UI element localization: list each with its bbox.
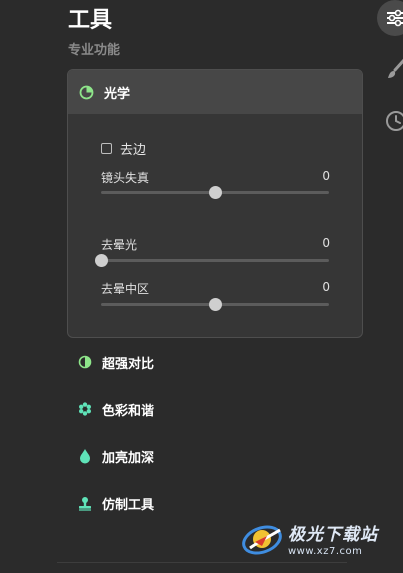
clock-icon [386,111,403,131]
tool-item-color-harmony[interactable]: 色彩和谐 [78,399,154,419]
defringe-checkbox-row[interactable]: 去边 [101,139,146,158]
defringe-checkbox[interactable] [101,143,112,154]
divider [57,562,347,563]
tool-label-dodge-burn: 加亮加深 [102,450,155,466]
sliders-button[interactable] [377,0,403,36]
lens-distortion-label: 镜头失真 [101,171,150,185]
watermark: 极光下载站 www.xz7.com [240,518,378,558]
optics-panel-title: 光学 [104,86,131,102]
drop-icon [80,449,90,464]
contrast-icon [78,355,92,369]
watermark-url: www.xz7.com [288,545,363,557]
optics-panel-header[interactable]: 光学 [68,70,362,114]
watermark-logo-icon [242,525,282,555]
brush-icon [388,58,403,78]
lens-distortion-value: 0 [322,169,330,183]
sliders-icon [387,9,403,27]
stamp-icon [79,496,91,511]
devignette-center-thumb[interactable] [209,298,222,311]
history-button[interactable] [381,106,403,136]
devignette-thumb[interactable] [95,254,108,267]
lens-icon [79,85,94,99]
devignette-center-label: 去晕中区 [101,282,150,296]
devignette-center-value: 0 [322,280,330,294]
flower-icon [79,402,91,416]
tool-label-color-harmony: 色彩和谐 [102,403,155,419]
section-subtitle: 专业功能 [68,43,121,58]
lens-distortion-slider[interactable] [101,186,329,199]
optics-panel: 光学 去边 镜头失真 0 去晕光 0 去晕中区 0 [67,69,363,338]
page-title: 工具 [68,8,113,33]
tool-item-contrast[interactable]: 超强对比 [78,352,154,372]
devignette-value: 0 [322,236,330,250]
watermark-brand: 极光下载站 [288,524,378,545]
tool-label-clone: 仿制工具 [102,497,155,513]
tool-item-dodge-burn[interactable]: 加亮加深 [78,446,154,466]
tool-item-clone[interactable]: 仿制工具 [78,493,154,513]
devignette-slider[interactable] [95,254,329,267]
defringe-label: 去边 [120,143,147,158]
tool-label-contrast: 超强对比 [102,356,155,372]
lens-distortion-thumb[interactable] [209,186,222,199]
devignette-label: 去晕光 [101,238,138,252]
devignette-center-slider[interactable] [101,298,329,311]
brush-button[interactable] [381,54,403,84]
